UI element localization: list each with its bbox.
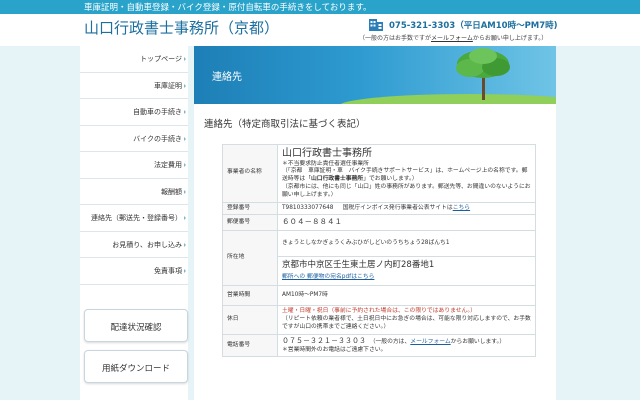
postal-label: 郵便番号 bbox=[222, 214, 278, 231]
site-header: 山口行政書士事務所（京都） 075-321-3303（平日AM10時～PM7時)… bbox=[0, 14, 640, 46]
holidays-note: （リピート依頼の業者様で、土日祝日中にお急ぎの場合は、可能な限り対応しますので、… bbox=[282, 316, 531, 331]
table-row-business: 事業者の名称 山口行政書士事務所 ＊不当要求防止責任者選任事業所 （「京都 車庫… bbox=[222, 144, 536, 203]
sidebar-item-label: 報酬額 bbox=[161, 187, 182, 196]
phone-label: 電話番号 bbox=[222, 333, 278, 358]
sidebar-item-label: トップページ bbox=[140, 55, 182, 63]
top-banner-text: 車庫証明・自動車登録・バイク登録・原付自転車の手続きをしております。 bbox=[84, 3, 372, 13]
tree-illustration bbox=[340, 48, 556, 104]
phone-line: ０７５－３２１－３３０３ （一般の方は、メールフォームからお願いします。） bbox=[282, 337, 531, 347]
table-row-address: 所在地 きょうとしなかぎょうくみぶひがしどいのうちちょう28ばんち1 京都市中京… bbox=[222, 229, 536, 286]
table-row-phone: 電話番号 ０７５－３２１－３３０３ （一般の方は、メールフォームからお願いします… bbox=[222, 333, 536, 358]
registration-label: 登録番号 bbox=[222, 201, 278, 216]
delivery-status-label: 配達状況確認 bbox=[110, 323, 162, 333]
address-pdf-link[interactable]: こちら bbox=[357, 274, 374, 280]
phone-note-prefix: （一般の方は、 bbox=[369, 338, 411, 345]
building-icon bbox=[369, 19, 383, 31]
top-banner: 車庫証明・自動車登録・バイク登録・原付自転車の手続きをしております。 bbox=[0, 0, 640, 14]
table-row-holidays: 休日 土曜・日曜・祝日（事前に予約された場合は、この限りではありません。） （リ… bbox=[222, 305, 536, 335]
form-download-button[interactable]: 用紙ダウンロード bbox=[84, 350, 188, 383]
hours-label: 営業時間 bbox=[222, 284, 278, 307]
table-row-registration: 登録番号 T9810333077648 国税庁インボイス発行事業者公表サイトはこ… bbox=[222, 201, 536, 216]
hours-value: AM10時～PM7時 bbox=[277, 284, 536, 307]
sidebar-item-label: お見積り、お申し込み bbox=[112, 240, 182, 249]
section-title: 連絡先（特定商取引法に基づく表記） bbox=[204, 119, 366, 130]
phone-note-suffix: からお願いします。） bbox=[450, 338, 506, 345]
delivery-status-button[interactable]: 配達状況確認 bbox=[84, 309, 188, 342]
phone-note: （一般の方はお手数ですがメールフォームからお願い申し上げます。） bbox=[359, 33, 547, 42]
sidebar-item-garage-certificate[interactable]: 車庫証明 bbox=[80, 73, 188, 99]
contact-info-table: 事業者の名称 山口行政書士事務所 ＊不当要求防止責任者選任事業所 （「京都 車庫… bbox=[222, 144, 536, 358]
sidebar-item-legal-fees[interactable]: 法定費用 bbox=[80, 152, 188, 179]
sidebar-nav: トップページ 車庫証明 自動車の手続き バイクの手続き 法定費用 報酬額 連絡先… bbox=[80, 46, 188, 400]
sidebar-item-car-procedures[interactable]: 自動車の手続き bbox=[80, 99, 188, 126]
sidebar-item-estimate[interactable]: お見積り、お申し込み bbox=[80, 232, 188, 258]
page-banner: 連絡先 bbox=[194, 46, 556, 104]
business-label: 事業者の名称 bbox=[222, 144, 278, 203]
registration-text: 国税庁インボイス発行事業者公表サイトは bbox=[342, 204, 453, 211]
business-cell: 山口行政書士事務所 ＊不当要求防止責任者選任事業所 （「京都 車庫証明・車 バイ… bbox=[277, 144, 536, 203]
business-note-2-end: 」でお願いします。） bbox=[363, 176, 418, 183]
address-pdf-line: 郵所への 郵便物の宛名pdfはこちら bbox=[278, 273, 535, 285]
sidebar-item-label: 連絡先（郵送先・登録番号） bbox=[91, 214, 182, 222]
phone-note-suffix: からお願い申し上げます。） bbox=[472, 35, 548, 42]
sidebar-item-contact[interactable]: 連絡先（郵送先・登録番号） bbox=[80, 205, 188, 232]
holidays-cell: 土曜・日曜・祝日（事前に予約された場合は、この限りではありません。） （リピート… bbox=[277, 305, 536, 335]
form-download-label: 用紙ダウンロード bbox=[101, 364, 170, 374]
sidebar-item-fees[interactable]: 報酬額 bbox=[80, 179, 188, 205]
phone-number: 075-321-3303（平日AM10時～PM7時) bbox=[389, 21, 558, 31]
main-content: 連絡先 連絡先（特定商取引法に基づく表記） 事業者の名称 山口行政書士事務所 ＊… bbox=[194, 46, 556, 400]
address-pdf-text[interactable]: 郵所への 郵便物の宛名pdfは bbox=[282, 274, 357, 280]
registration-number: T9810333077648 bbox=[282, 204, 334, 211]
phone-cell: ０７５－３２１－３３０３ （一般の方は、メールフォームからお願いします。） ＊営… bbox=[277, 333, 536, 358]
sidebar-item-label: 車庫証明 bbox=[154, 81, 182, 90]
address-value: 京都市中京区壬生東土居ノ内町28番地1 bbox=[282, 260, 435, 271]
invoice-site-link[interactable]: こちら bbox=[453, 205, 470, 211]
phone-value: ０７５－３２１－３３０３ bbox=[282, 336, 366, 345]
phone-mail-form-link[interactable]: メールフォーム bbox=[410, 339, 450, 345]
mail-form-link[interactable]: メールフォーム bbox=[431, 35, 473, 42]
site-title[interactable]: 山口行政書士事務所（京都） bbox=[84, 17, 279, 38]
business-note-2-bold: 山口行政書士事務所 bbox=[311, 176, 364, 183]
sidebar-item-top[interactable]: トップページ bbox=[80, 46, 188, 73]
sidebar-item-label: 法定費用 bbox=[154, 161, 182, 169]
address-cell: きょうとしなかぎょうくみぶひがしどいのうちちょう28ばんち1 京都市中京区壬生東… bbox=[277, 229, 536, 286]
business-name: 山口行政書士事務所 bbox=[282, 148, 372, 159]
sidebar-item-label: 免責事項 bbox=[154, 267, 182, 275]
sidebar-item-label: バイクの手続き bbox=[133, 134, 182, 143]
table-row-hours: 営業時間 AM10時～PM7時 bbox=[222, 284, 536, 307]
holidays-label: 休日 bbox=[222, 305, 278, 335]
sidebar-item-label: 自動車の手続き bbox=[133, 108, 182, 116]
sidebar-item-bike-procedures[interactable]: バイクの手続き bbox=[80, 126, 188, 152]
sidebar-item-disclaimer[interactable]: 免責事項 bbox=[80, 258, 188, 285]
address-kana: きょうとしなかぎょうくみぶひがしどいのうちちょう28ばんち1 bbox=[278, 231, 535, 258]
phone-after-hours-note: ＊営業時間外のお電話はご遠慮下さい。 bbox=[282, 346, 387, 353]
page-title: 連絡先 bbox=[212, 72, 242, 83]
table-row-postal: 郵便番号 ６０４－８８４１ bbox=[222, 214, 536, 231]
postal-code: ６０４－８８４１ bbox=[277, 214, 536, 231]
phone-note-prefix: （一般の方はお手数ですが bbox=[359, 35, 432, 42]
address-label: 所在地 bbox=[222, 229, 278, 286]
registration-cell: T9810333077648 国税庁インボイス発行事業者公表サイトはこちら bbox=[277, 201, 536, 216]
business-note-2: （「京都 車庫証明・車 バイク手続きサポートサービス」は、ホームページ上の名称で… bbox=[282, 168, 531, 184]
business-note-3: （京都市には、他にも同じ「山口」姓の事務所があります。郵送先等、お間違いのないよ… bbox=[282, 183, 531, 198]
